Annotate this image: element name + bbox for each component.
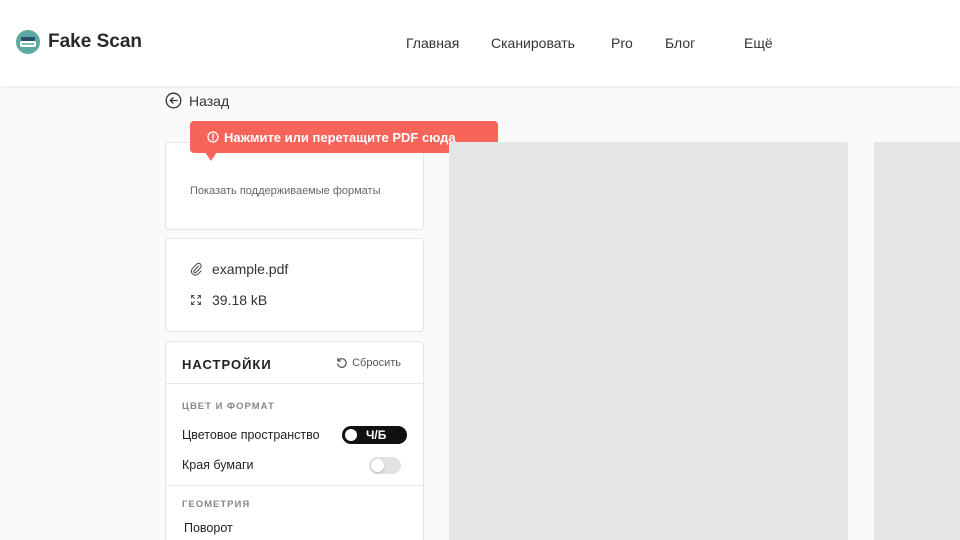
- colorspace-label: Цветовое пространство: [182, 428, 320, 442]
- settings-header: НАСТРОЙКИ Сбросить: [166, 342, 423, 384]
- page-preview[interactable]: [449, 142, 848, 540]
- toggle-knob: [371, 459, 384, 472]
- color-section-label: ЦВЕТ И ФОРМАТ: [182, 401, 275, 412]
- paperclip-icon: [190, 262, 202, 276]
- rotate-ccw-icon: [337, 357, 347, 368]
- tooltip-text: Нажмите или перетащите PDF сюда: [224, 129, 456, 145]
- file-name: example.pdf: [212, 261, 289, 277]
- brand-logo[interactable]: Fake Scan: [16, 30, 142, 54]
- nav-scan[interactable]: Сканировать: [491, 35, 575, 51]
- back-link[interactable]: Назад: [165, 92, 229, 109]
- file-info-card: example.pdf 39.18 kB: [165, 238, 424, 332]
- top-header: Fake Scan Главная Сканировать Pro Блог Е…: [0, 0, 960, 86]
- reset-label: Сбросить: [352, 357, 401, 369]
- info-circle-icon: [207, 131, 219, 143]
- colorspace-value: Ч/Б: [366, 428, 387, 442]
- upload-dropzone[interactable]: Показать поддерживаемые форматы: [165, 142, 424, 230]
- back-label: Назад: [189, 92, 230, 109]
- file-size: 39.18 kB: [212, 292, 268, 308]
- paper-edges-toggle[interactable]: [369, 457, 401, 474]
- rotation-label: Поворот: [184, 521, 233, 535]
- reset-button[interactable]: Сбросить: [336, 357, 401, 369]
- file-name-row: example.pdf: [190, 261, 288, 277]
- settings-title: НАСТРОЙКИ: [182, 357, 272, 372]
- nav-pro[interactable]: Pro: [611, 35, 633, 51]
- brand-name: Fake Scan: [48, 31, 142, 52]
- nav-home[interactable]: Главная: [406, 35, 459, 51]
- tooltip-pointer: [205, 152, 217, 161]
- resize-icon: [190, 294, 202, 306]
- file-size-row: 39.18 kB: [190, 292, 267, 308]
- arrow-left-circle-icon: [165, 92, 182, 109]
- settings-panel: НАСТРОЙКИ Сбросить ЦВЕТ И ФОРМАТ Цветово…: [165, 341, 424, 540]
- geometry-section-label: ГЕОМЕТРИЯ: [182, 499, 251, 510]
- section-divider: [166, 485, 423, 486]
- scanner-logo-icon: [16, 30, 40, 54]
- page-preview-next[interactable]: [874, 142, 960, 540]
- colorspace-toggle[interactable]: Ч/Б: [342, 426, 407, 444]
- paper-edges-label: Края бумаги: [182, 458, 254, 472]
- supported-formats-link[interactable]: Показать поддерживаемые форматы: [190, 185, 381, 197]
- nav-more[interactable]: Ещё: [744, 35, 773, 51]
- nav-blog[interactable]: Блог: [665, 35, 695, 51]
- toggle-knob: [345, 429, 357, 441]
